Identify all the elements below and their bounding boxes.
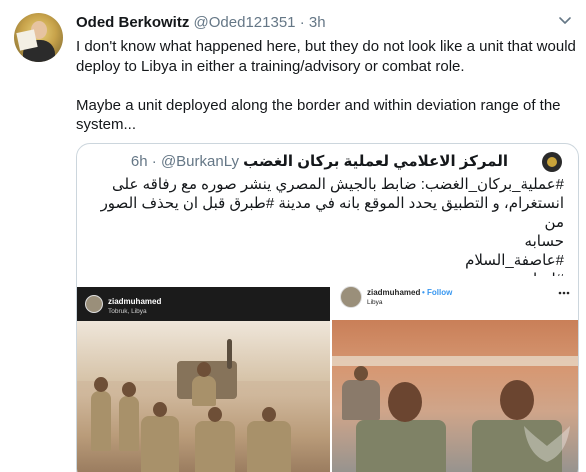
photo-scene — [77, 321, 330, 472]
instagram-location: Libya — [367, 299, 383, 306]
follow-link[interactable]: • Follow — [422, 288, 452, 297]
quote-media: ziadmuhamed Tobruk, Libya ziadmuhamed • … — [77, 276, 578, 472]
quote-line: #عملية_بركان_الغضب: ضابط بالجيش المصري ي… — [112, 176, 564, 193]
quote-line: انستغرام، و التطبيق يحدد الموقع بانه في … — [100, 195, 564, 231]
soldier — [356, 382, 446, 472]
instagram-location: Tobruk, Libya — [108, 308, 147, 315]
instagram-header: ziadmuhamed Tobruk, Libya — [77, 287, 330, 321]
soldier — [91, 377, 111, 451]
instagram-avatar — [85, 295, 103, 313]
tweet-paragraph: I don't know what happened here, but the… — [76, 38, 576, 75]
watermark-wings-icon — [524, 426, 570, 462]
instagram-avatar — [340, 286, 362, 308]
tweet[interactable]: Oded Berkowitz @Oded121351 · 3h I don't … — [0, 0, 586, 472]
soldier — [141, 402, 179, 472]
separator-dot: · — [299, 14, 305, 31]
tweet-time[interactable]: 3h — [309, 14, 326, 31]
soldier — [247, 407, 291, 472]
author-avatar[interactable] — [14, 13, 63, 62]
wall — [332, 356, 578, 366]
quote-text: #عملية_بركان_الغضب: ضابط بالجيش المصري ي… — [90, 175, 564, 289]
media-photo[interactable]: ziadmuhamed Tobruk, Libya — [77, 276, 330, 472]
soldier — [195, 407, 235, 472]
photo-scene — [332, 320, 578, 472]
instagram-username: ziadmuhamed — [367, 288, 421, 297]
quoted-tweet[interactable]: 6h · @BurkanLy المركز الاعلامي لعملية بر… — [76, 143, 579, 472]
soldier — [342, 366, 380, 420]
avatar-sign — [16, 29, 38, 51]
author-handle[interactable]: @Oded121351 — [194, 14, 296, 31]
chevron-down-icon[interactable] — [556, 12, 574, 30]
more-icon[interactable] — [558, 290, 570, 296]
vehicle-gun — [227, 339, 232, 369]
tweet-paragraph: Maybe a unit deployed along the border a… — [76, 96, 561, 134]
media-photo[interactable]: ziadmuhamed • Follow Libya — [332, 276, 578, 472]
separator-dot: · — [151, 153, 157, 170]
quote-handle: @BurkanLy — [160, 153, 239, 170]
author-name[interactable]: Oded Berkowitz — [76, 14, 189, 31]
quote-author-name: المركز الاعلامي لعملية بركان الغضب — [243, 153, 508, 170]
soldier — [192, 362, 216, 406]
instagram-username: ziadmuhamed — [108, 297, 162, 306]
quote-avatar — [542, 152, 562, 172]
quote-time: 6h — [130, 153, 148, 170]
quote-line: #عاصفة_السلام — [465, 252, 564, 269]
quote-line: حسابه — [524, 233, 564, 250]
tweet-header: Oded Berkowitz @Oded121351 · 3h — [76, 14, 326, 34]
quote-header: 6h · @BurkanLy المركز الاعلامي لعملية بر… — [131, 152, 508, 170]
tweet-text: I don't know what happened here, but the… — [76, 37, 576, 154]
soldier — [119, 382, 139, 451]
